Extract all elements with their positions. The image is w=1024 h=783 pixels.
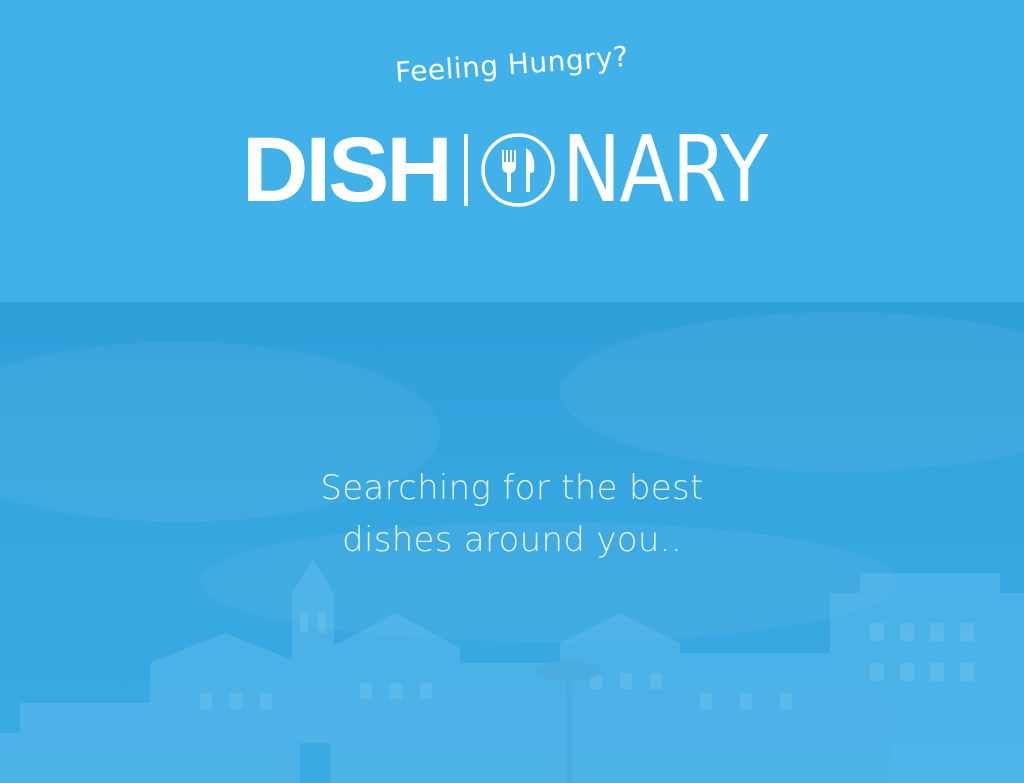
splash-screen: Feeling Hungry? DISH NARY Searching for … bbox=[0, 0, 1024, 783]
fork-knife-plate-icon bbox=[481, 133, 555, 207]
logo-letter-i bbox=[463, 134, 468, 206]
sky-cloud bbox=[560, 312, 1024, 472]
app-logo: DISH NARY bbox=[242, 116, 800, 223]
loading-message-line-1: Searching for the best bbox=[320, 468, 704, 508]
logo-light-text: NARY bbox=[561, 116, 768, 223]
loading-message: Searching for the best dishes around you… bbox=[0, 462, 1024, 566]
header-banner: Feeling Hungry? DISH NARY bbox=[0, 0, 1024, 302]
logo-bold-text: DISH bbox=[242, 119, 453, 221]
tagline: Feeling Hungry? bbox=[393, 39, 630, 90]
hero-background: Searching for the best dishes around you… bbox=[0, 302, 1024, 783]
town-skyline-image bbox=[0, 559, 1024, 783]
